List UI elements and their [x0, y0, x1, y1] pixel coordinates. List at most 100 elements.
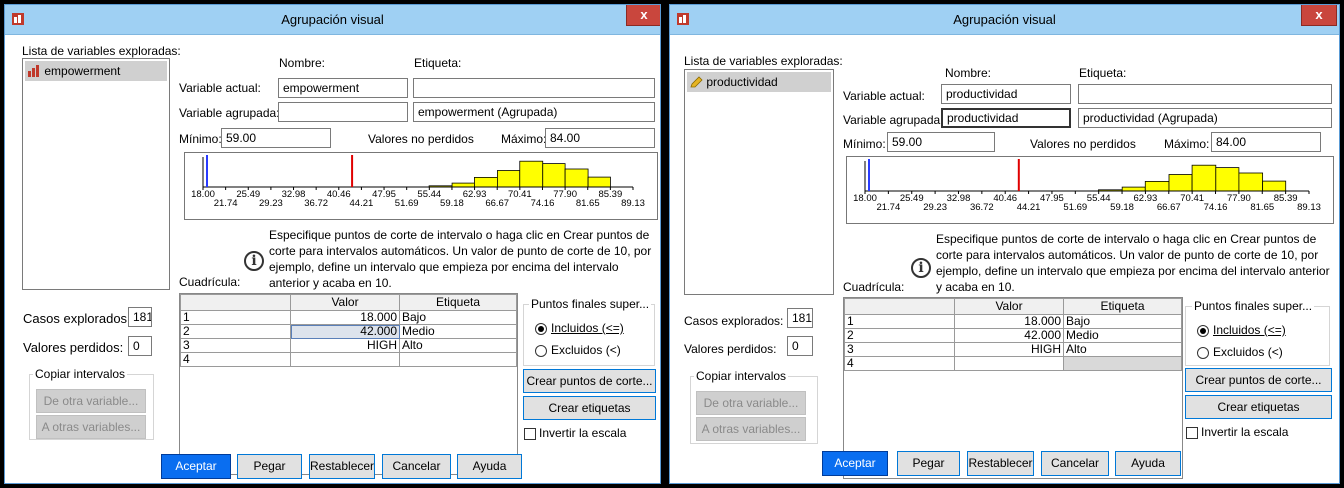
maximum-label: Máximo: — [501, 132, 547, 146]
tick-label: 59.18 — [440, 198, 464, 209]
grid-label: Cuadrícula: — [179, 275, 241, 289]
paste-button[interactable]: Pegar — [237, 454, 302, 479]
histogram-bar — [451, 182, 475, 188]
upper-endpoints-label: Puntos finales super... — [529, 297, 652, 311]
ok-button[interactable]: Aceptar — [161, 454, 231, 479]
list-item[interactable]: empowerment — [25, 61, 167, 81]
help-button[interactable]: Ayuda — [1115, 451, 1181, 476]
current-variable-name-field[interactable]: productividad — [941, 84, 1071, 104]
tick-label: 55.44 — [1087, 193, 1111, 204]
reverse-scale-label[interactable]: Invertir la escala — [539, 426, 626, 440]
make-cutpoints-button[interactable]: Crear puntos de corte... — [523, 369, 656, 393]
tick-label: 40.46 — [993, 193, 1017, 204]
cases-scanned-label: Casos explorados: — [23, 311, 131, 326]
variable-list[interactable]: productividad — [684, 69, 834, 295]
tick-label: 51.69 — [1063, 202, 1087, 213]
binned-variable-name-field[interactable]: productividad — [941, 108, 1071, 128]
make-labels-button[interactable]: Crear etiquetas — [523, 396, 656, 420]
scale-variable-icon — [28, 65, 39, 77]
tick-label: 44.21 — [350, 198, 374, 209]
from-other-variable-button[interactable]: De otra variable... — [696, 391, 806, 415]
tick-label: 32.98 — [947, 193, 971, 204]
make-labels-button[interactable]: Crear etiquetas — [1185, 395, 1332, 419]
visual-binning-dialog-2: Agrupación visual x Lista de variables e… — [669, 4, 1340, 484]
cases-scanned-label: Casos explorados: — [684, 314, 784, 328]
tick-label: 77.90 — [1227, 193, 1251, 204]
name-column-label: Nombre: — [945, 66, 992, 80]
paste-button[interactable]: Pegar — [897, 451, 960, 476]
tick-label: 55.44 — [417, 189, 441, 200]
current-variable-label-field[interactable] — [1078, 84, 1332, 104]
cancel-button[interactable]: Cancelar — [382, 454, 451, 479]
tick-label: 59.18 — [1110, 202, 1134, 213]
make-cutpoints-button[interactable]: Crear puntos de corte... — [1185, 368, 1332, 392]
variable-list-label: Lista de variables exploradas: — [684, 54, 843, 68]
table-row: 3 HIGH Alto — [844, 342, 1182, 357]
included-radio-label[interactable]: Incluidos (<=) — [1213, 323, 1286, 337]
tick-label: 74.16 — [1204, 202, 1228, 213]
close-button[interactable]: x — [626, 5, 660, 26]
cutpoint-grid[interactable]: Valor Etiqueta 1 18.000 Bajo 2 42.000 Medio 3… — [179, 293, 518, 475]
table-row: 3 HIGH Alto — [180, 338, 517, 353]
list-item[interactable]: productividad — [687, 72, 831, 92]
current-variable-name-field[interactable]: empowerment — [278, 78, 408, 98]
list-item-label: empowerment — [44, 64, 121, 78]
binned-variable-label-field[interactable]: productividad (Agrupada) — [1078, 108, 1332, 128]
table-row: 1 18.000 Bajo — [844, 314, 1182, 329]
excluded-radio[interactable] — [535, 345, 547, 357]
title-bar[interactable]: Agrupación visual x — [5, 5, 660, 35]
excluded-radio-label[interactable]: Excluidos (<) — [1213, 345, 1283, 359]
tick-label: 25.49 — [900, 193, 924, 204]
histogram-bar — [1238, 172, 1264, 192]
ok-button[interactable]: Aceptar — [822, 451, 888, 476]
copy-intervals-label: Copiar intervalos — [33, 367, 128, 381]
binned-variable-name-field[interactable] — [278, 102, 408, 122]
excluded-radio[interactable] — [1197, 347, 1209, 359]
variable-list[interactable]: empowerment — [22, 58, 170, 290]
minimum-field: 59.00 — [221, 128, 331, 148]
histogram[interactable]: 18.00 21.74 25.49 29.23 32.98 36.72 40.46 44.21… — [846, 156, 1334, 224]
title-bar[interactable]: Agrupación visual x — [670, 5, 1339, 35]
binned-variable-label: Variable agrupada: — [179, 106, 280, 120]
histogram-bar — [474, 176, 498, 188]
help-button[interactable]: Ayuda — [457, 454, 522, 479]
info-icon: i — [911, 258, 931, 278]
copy-intervals-label: Copiar intervalos — [694, 369, 789, 383]
from-other-variable-button[interactable]: De otra variable... — [36, 389, 146, 413]
minimum-field: 59.00 — [887, 132, 995, 152]
nonmissing-label: Valores no perdidos — [1030, 137, 1136, 151]
table-row: 2 42.000 Medio — [844, 328, 1182, 343]
cancel-button[interactable]: Cancelar — [1041, 451, 1109, 476]
reverse-scale-checkbox[interactable] — [1186, 427, 1198, 439]
current-variable-label-field[interactable] — [413, 78, 655, 98]
to-other-variables-button[interactable]: A otras variables... — [36, 415, 146, 439]
histogram-bar — [1168, 174, 1193, 192]
tick-label: 40.46 — [327, 189, 351, 200]
window-title: Agrupación visual — [953, 12, 1056, 27]
tick-label: 81.65 — [576, 198, 600, 209]
pencil-icon — [690, 76, 703, 88]
tick-label: 29.23 — [259, 198, 283, 209]
value-column-header: Valor — [290, 294, 400, 311]
tick-label: 47.95 — [1040, 193, 1064, 204]
histogram[interactable]: 18.00 21.74 25.49 29.23 32.98 36.72 40.46 44.21… — [184, 152, 658, 220]
histogram-bar — [497, 170, 521, 188]
reverse-scale-label[interactable]: Invertir la escala — [1201, 425, 1288, 439]
reset-button[interactable]: Restablecer — [309, 454, 375, 479]
included-radio-label[interactable]: Incluidos (<=) — [551, 321, 624, 335]
reset-button[interactable]: Restablecer — [967, 451, 1034, 476]
tick-label: 21.74 — [876, 202, 900, 213]
table-row: 4 — [844, 356, 1182, 371]
close-button[interactable]: x — [1301, 5, 1337, 26]
to-other-variables-button[interactable]: A otras variables... — [696, 417, 806, 441]
binned-variable-label-field[interactable]: empowerment (Agrupada) — [413, 102, 655, 122]
tick-label: 81.65 — [1250, 202, 1274, 213]
tick-label: 29.23 — [923, 202, 947, 213]
excluded-radio-label[interactable]: Excluidos (<) — [551, 343, 621, 357]
maximum-label: Máximo: — [1164, 137, 1210, 151]
reverse-scale-checkbox[interactable] — [524, 428, 536, 440]
maximum-field: 84.00 — [1211, 132, 1321, 152]
included-radio[interactable] — [1197, 325, 1209, 337]
included-radio[interactable] — [535, 323, 547, 335]
minimum-label: Mínimo: — [843, 137, 886, 151]
